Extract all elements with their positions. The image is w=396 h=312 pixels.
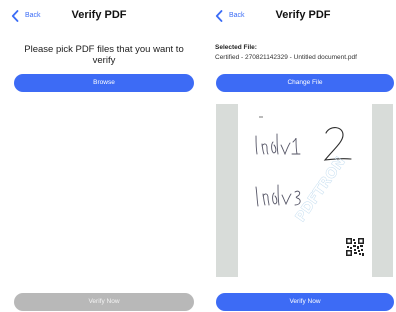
page-title: Verify PDF (71, 9, 127, 21)
page-title: Verify PDF (275, 9, 331, 21)
change-file-button[interactable]: Change File (216, 74, 394, 92)
qr-code-icon (346, 238, 364, 256)
signature-indv1 (255, 133, 301, 156)
selected-file-label: Selected File: (215, 44, 257, 51)
watermark-text: PDFTRON (293, 154, 349, 225)
verify-now-button[interactable]: Verify Now (14, 293, 194, 311)
instruction-text: Please pick PDF files that you want to v… (24, 44, 184, 66)
navbar: Back Verify PDF (0, 0, 198, 32)
left-screen: Back Verify PDF Please pick PDF files th… (0, 0, 198, 312)
browse-button[interactable]: Browse (14, 74, 194, 92)
signature-number-2 (323, 127, 352, 161)
selected-file-name: Certified - 270821142329 - Untitled docu… (215, 54, 357, 61)
verify-now-button[interactable]: Verify Now (216, 293, 394, 311)
signature-indv3 (255, 184, 301, 207)
pdf-page-drawing: PDFTRON (255, 116, 364, 256)
pdf-page: PDFTRON (238, 104, 372, 277)
navbar: Back Verify PDF (198, 0, 396, 32)
